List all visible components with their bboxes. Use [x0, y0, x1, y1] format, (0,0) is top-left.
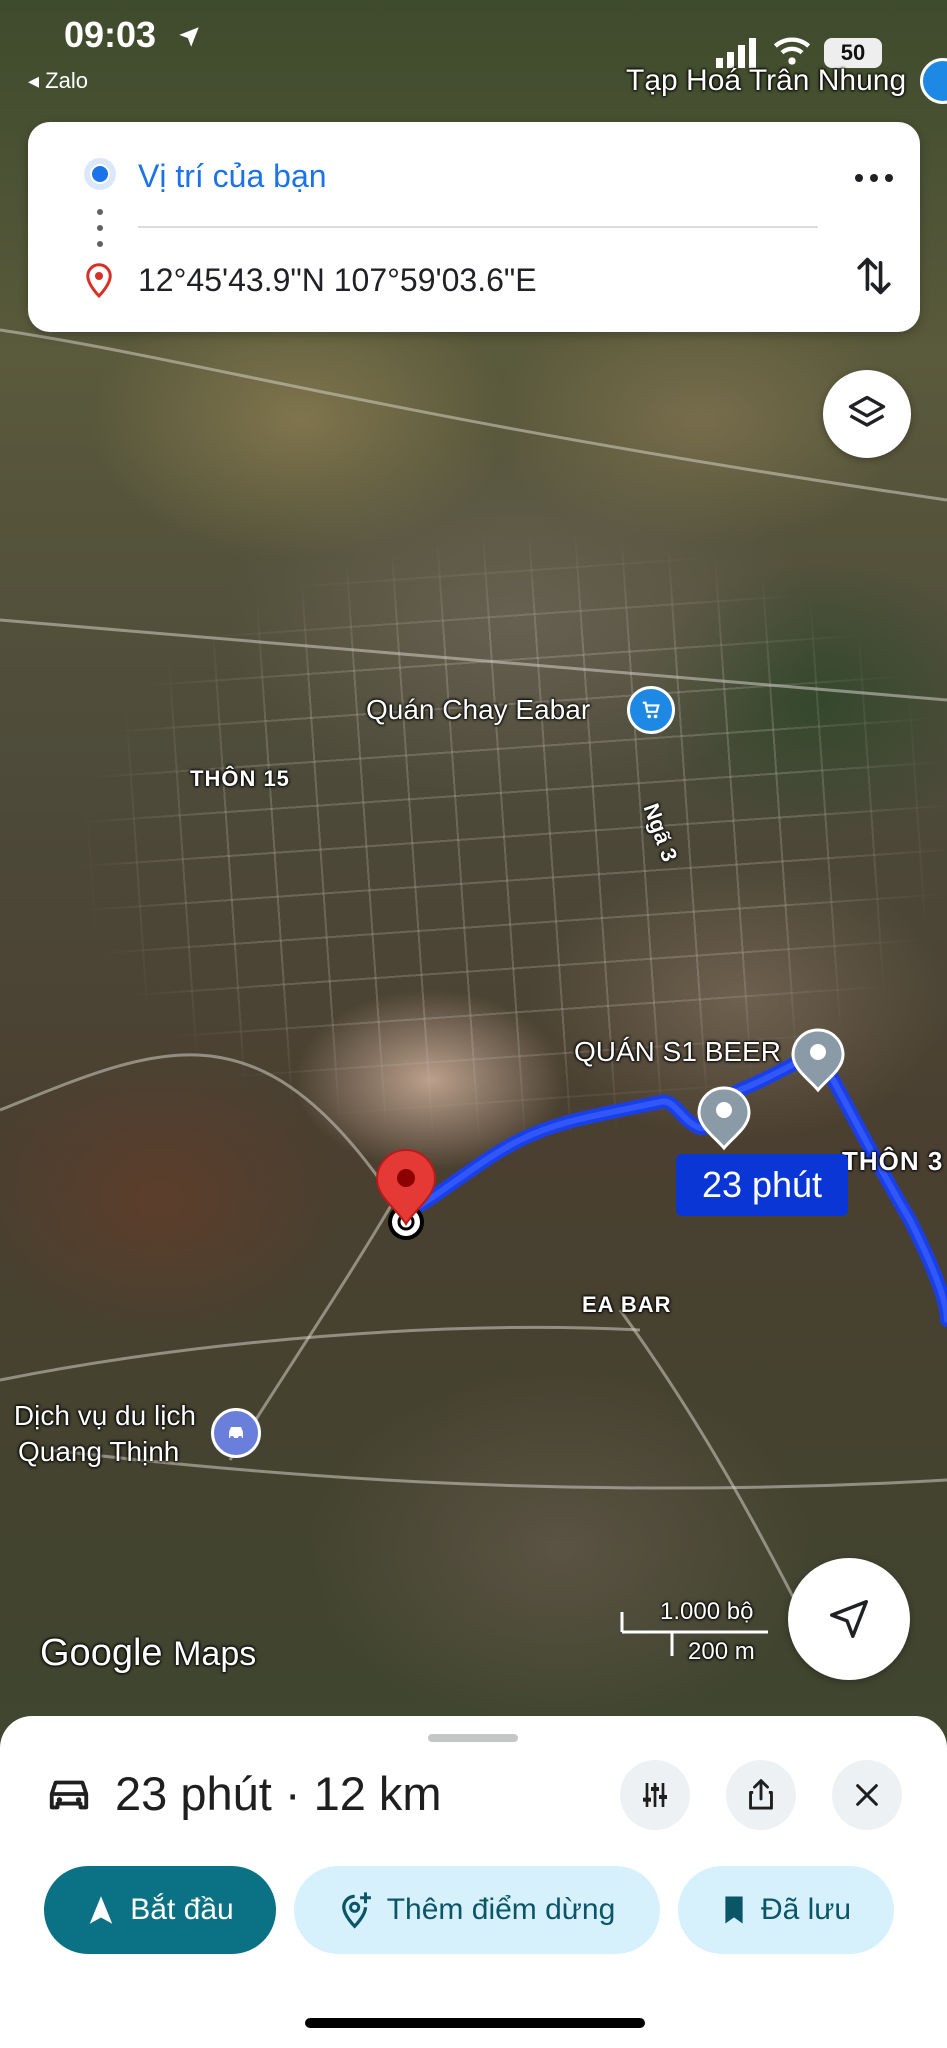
more-vert-icon: [855, 174, 893, 182]
destination-pin-icon: [86, 263, 112, 299]
map-label-thon-3: THÔN 3: [842, 1146, 944, 1176]
route-card: Vị trí của bạn 12°45'43.9"N 107°59'03.6"…: [28, 122, 920, 332]
origin-dot-icon: [84, 158, 116, 190]
car-icon: [49, 1780, 89, 1810]
map-label-dich-vu-line2[interactable]: Quang Thịnh: [18, 1436, 179, 1468]
map-label-quan-chay[interactable]: Quán Chay Eabar: [366, 694, 590, 726]
close-button[interactable]: [832, 1760, 902, 1830]
start-navigation-button[interactable]: Bắt đầu: [44, 1866, 276, 1954]
google-wordmark: Google: [40, 1632, 163, 1674]
share-button[interactable]: [726, 1760, 796, 1830]
origin-field[interactable]: Vị trí của bạn: [138, 158, 327, 195]
shopping-cart-icon[interactable]: [627, 686, 675, 734]
start-label: Bắt đầu: [130, 1893, 234, 1926]
map-label-ea-bar: EA BAR: [582, 1292, 672, 1317]
sheet-drag-handle[interactable]: [428, 1734, 518, 1742]
share-icon: [749, 1779, 773, 1810]
status-time: 09:03: [64, 14, 157, 55]
route-eta-badge[interactable]: 23 phút: [676, 1154, 848, 1216]
add-location-icon: [341, 1892, 371, 1929]
location-arrow-icon: [179, 27, 199, 47]
travel-agency-icon[interactable]: [211, 1408, 261, 1458]
layers-button[interactable]: [823, 370, 911, 458]
home-indicator[interactable]: [305, 2018, 645, 2028]
more-options-button[interactable]: [846, 150, 902, 206]
saved-label: Đã lưu: [760, 1893, 852, 1926]
waypoint-pin[interactable]: [697, 1086, 751, 1151]
map-label-thon-15: THÔN 15: [190, 766, 290, 791]
google-watermark: Google Maps: [40, 1632, 256, 1675]
directions-bottom-sheet: 23 phút · 12 km Bắt đầu Thêm điểm dừng Đ…: [0, 1716, 947, 2048]
recenter-button[interactable]: [788, 1558, 910, 1680]
navigation-icon: [90, 1896, 113, 1924]
map-label-quan-s1-beer[interactable]: QUÁN S1 BEER: [574, 1036, 781, 1068]
layers-icon: [848, 395, 886, 427]
route-summary: 23 phút · 12 km: [115, 1767, 442, 1820]
card-divider: [138, 226, 818, 228]
map-label-dich-vu-line1[interactable]: Dịch vụ du lịch: [0, 1400, 196, 1432]
swap-vertical-icon: [857, 257, 891, 295]
add-stop-button[interactable]: Thêm điểm dừng: [294, 1866, 660, 1954]
close-icon: [856, 1784, 878, 1806]
route-dots-connector: [97, 209, 103, 247]
route-options-button[interactable]: [620, 1760, 690, 1830]
destination-field[interactable]: 12°45'43.9"N 107°59'03.6"E: [138, 262, 537, 299]
scale-imperial: 1.000 bộ: [660, 1598, 754, 1625]
maps-wordmark: Maps: [173, 1635, 257, 1673]
scale-metric: 200 m: [688, 1638, 755, 1665]
saved-button[interactable]: Đã lưu: [678, 1866, 894, 1954]
back-to-app[interactable]: ◂ Zalo: [28, 68, 88, 94]
swap-directions-button[interactable]: [846, 248, 902, 304]
add-stop-label: Thêm điểm dừng: [386, 1893, 616, 1926]
tune-icon: [643, 1783, 667, 1807]
wifi-icon: [773, 37, 811, 65]
map-label-corner-place[interactable]: Tạp Hoá Trân Nhung: [626, 64, 906, 98]
navigation-arrow-icon: [830, 1600, 868, 1638]
bookmark-icon: [725, 1896, 743, 1924]
